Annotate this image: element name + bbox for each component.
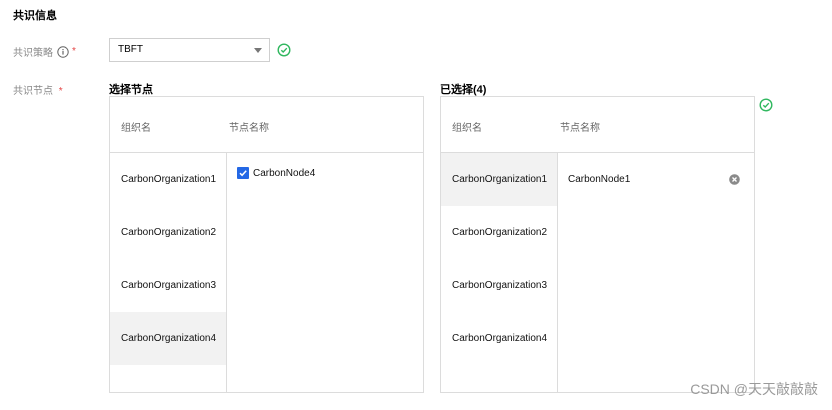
column-header-org: 组织名 [121, 123, 151, 134]
org-item[interactable]: CarbonOrganization2 [110, 206, 226, 259]
selected-nodes-title: 已选择(4) [440, 84, 487, 96]
column-header-node: 节点名称 [560, 123, 600, 134]
org-list: CarbonOrganization1 CarbonOrganization2 … [110, 153, 226, 365]
required-mark: * [72, 46, 76, 57]
node-name: CarbonNode4 [253, 167, 316, 179]
node-checkbox[interactable] [237, 167, 249, 179]
required-mark: * [58, 86, 63, 97]
nodes-label: 共识节点 * [13, 82, 63, 97]
info-icon[interactable] [57, 45, 69, 58]
check-icon [239, 170, 247, 177]
org-item-active[interactable]: CarbonOrganization1 [441, 153, 557, 206]
watermark: CSDN @天天敲敲敲 [690, 381, 818, 397]
close-circle-icon[interactable] [729, 174, 740, 185]
select-nodes-title: 选择节点 [109, 84, 153, 96]
strategy-select-value: TBFT [118, 44, 143, 55]
panel-header: 组织名 节点名称 [441, 97, 754, 153]
strategy-label: 共识策略 * [13, 44, 76, 59]
column-header-org: 组织名 [452, 123, 482, 134]
chevron-down-icon [254, 48, 262, 53]
node-list: CarbonNode4 [227, 153, 423, 193]
node-list: CarbonNode1 [558, 153, 754, 206]
node-name: CarbonNode1 [568, 174, 631, 185]
nodes-label-text: 共识节点 [13, 86, 53, 97]
column-header-node: 节点名称 [229, 123, 269, 134]
org-item[interactable]: CarbonOrganization1 [110, 153, 226, 206]
select-nodes-panel: 组织名 节点名称 CarbonOrganization1 CarbonOrgan… [109, 96, 424, 393]
org-item[interactable]: CarbonOrganization3 [110, 259, 226, 312]
org-item[interactable]: CarbonOrganization2 [441, 206, 557, 259]
org-item[interactable]: CarbonOrganization4 [441, 312, 557, 365]
strategy-select[interactable]: TBFT [109, 38, 270, 62]
check-circle-icon [277, 43, 291, 57]
check-circle-icon [759, 98, 773, 112]
panel-header: 组织名 节点名称 [110, 97, 423, 153]
org-item-active[interactable]: CarbonOrganization4 [110, 312, 226, 365]
selected-nodes-panel: 组织名 节点名称 CarbonOrganization1 CarbonOrgan… [440, 96, 755, 393]
strategy-label-text: 共识策略 [13, 48, 53, 59]
selected-node: CarbonNode1 [558, 153, 754, 206]
section-title: 共识信息 [13, 10, 57, 22]
org-item[interactable]: CarbonOrganization3 [441, 259, 557, 312]
org-list: CarbonOrganization1 CarbonOrganization2 … [441, 153, 557, 365]
node-option[interactable]: CarbonNode4 [227, 153, 423, 193]
